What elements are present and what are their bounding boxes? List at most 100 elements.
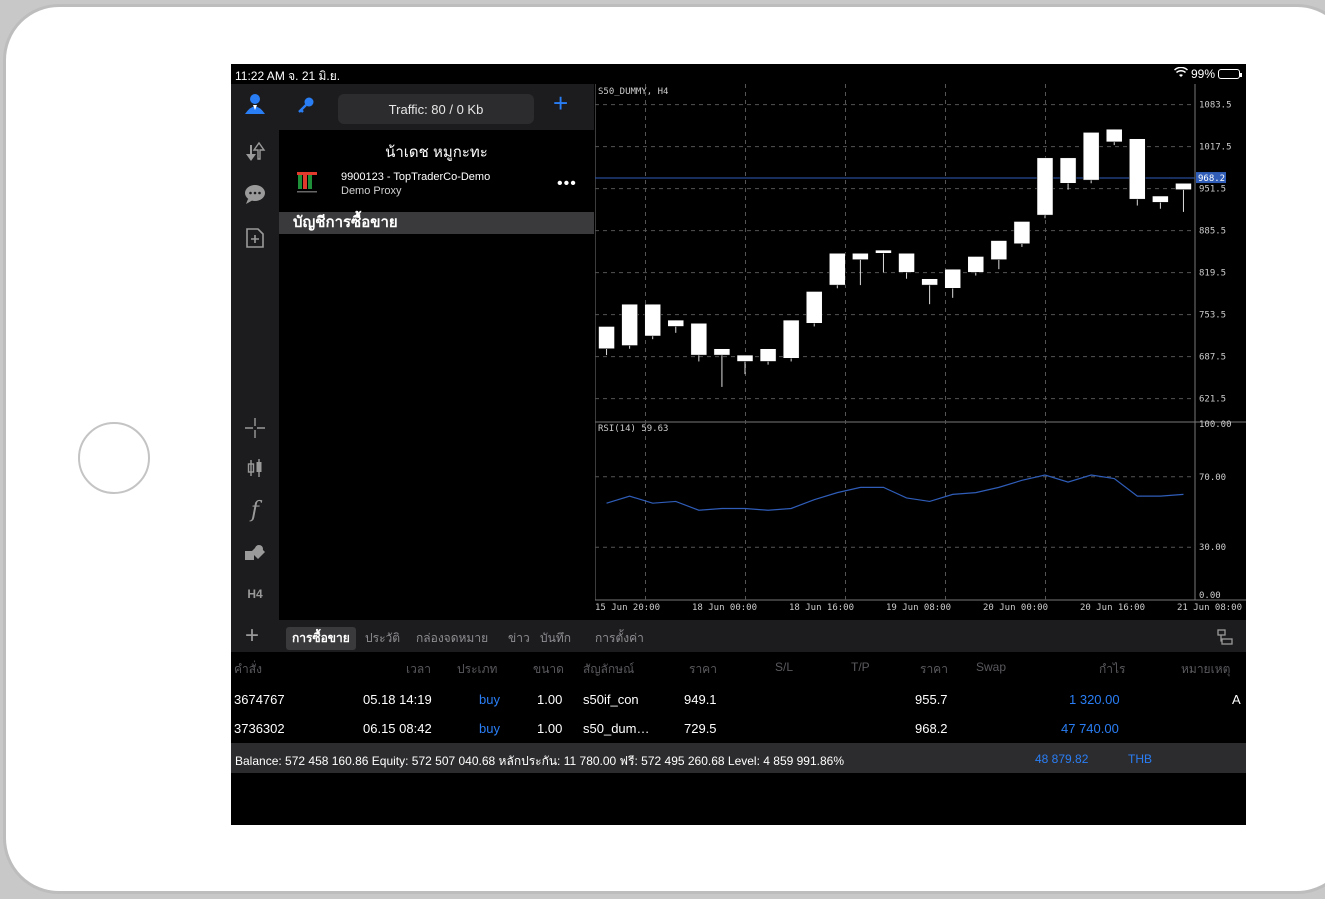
candle-body	[759, 348, 777, 362]
accounts-header: Traffic: 80 / 0 Kb +	[279, 84, 594, 130]
account-number: 9900123 - TopTraderCo-Demo	[341, 171, 491, 183]
table-row[interactable]: 3736302 06.15 08:42 buy 1.00 s50_dum… 72…	[231, 715, 1246, 743]
account-more-button[interactable]: •••	[557, 175, 577, 193]
account-icon[interactable]	[243, 92, 267, 116]
candle-body	[898, 253, 915, 273]
time-tick-label: 18 Jun 00:00	[692, 603, 757, 613]
battery-icon	[1218, 69, 1242, 79]
time-tick-label: 18 Jun 16:00	[789, 603, 854, 613]
tab-news[interactable]: ข่าว	[508, 629, 530, 648]
time-tick-label: 20 Jun 16:00	[1080, 603, 1145, 613]
chart-area[interactable]: 1083.5 1017.5 951.5 885.5 819.5 753.5 687.5 621…	[594, 84, 1246, 620]
col-current-price: ราคา	[920, 662, 948, 676]
col-sl: S/L	[775, 660, 794, 674]
price-chart[interactable]: 1083.5 1017.5 951.5 885.5 819.5 753.5 687.5 621…	[594, 84, 1246, 620]
candle-body	[805, 291, 823, 324]
tab-mailbox[interactable]: กล่องจดหมาย	[416, 629, 488, 648]
tab-journal[interactable]: บันทึก	[540, 629, 571, 648]
summary-currency: THB	[1128, 752, 1152, 766]
row-profit: 47 740.00	[1061, 721, 1119, 736]
time-tick-label: 21 Jun 08:00	[1177, 603, 1242, 613]
candle-body	[1082, 132, 1100, 181]
summary-total-profit: 48 879.82	[1035, 752, 1089, 766]
candle-body	[1175, 183, 1192, 190]
time-tick-label: 20 Jun 00:00	[983, 603, 1048, 613]
orders-table-header: คำสั่ง เวลา ประเภท ขนาด สัญลักษณ์ ราคา S…	[231, 652, 1246, 682]
row-current-price: 968.2	[915, 721, 948, 736]
candle-body	[621, 303, 638, 346]
account-holder-name: น้าเดช หมูกะทะ	[385, 144, 488, 161]
row-size: 1.00	[537, 721, 563, 736]
price-tick-label: 885.5	[1199, 227, 1226, 237]
candle-body	[1013, 221, 1031, 244]
trade-arrows-icon[interactable]	[243, 140, 267, 164]
indicators-icon[interactable]: f	[243, 498, 267, 523]
candle-body	[1105, 128, 1123, 143]
accounts-panel: Traffic: 80 / 0 Kb + น้าเดช หมูกะทะ 9900…	[279, 84, 594, 620]
status-bar: 11:22 AM จ. 21 มิ.ย. 99%	[231, 64, 1246, 84]
summary-text: Balance: 572 458 160.86 Equity: 572 507 …	[235, 754, 844, 768]
add-account-button[interactable]: +	[553, 90, 568, 116]
row-symbol: s50if_con	[583, 692, 639, 707]
candle-body	[598, 326, 615, 349]
candle-body	[667, 319, 685, 327]
candle-body	[990, 240, 1008, 260]
candle-body	[782, 319, 800, 359]
home-button[interactable]	[78, 422, 150, 494]
app-screen: 11:22 AM จ. 21 มิ.ย. 99% f H4 Traffic: 8…	[231, 64, 1246, 825]
trading-accounts-header: บัญชีการซื้อขาย	[279, 212, 594, 234]
terminal-tabs: + การซื้อขาย ประวัติ กล่องจดหมาย ข่าว บั…	[231, 620, 1246, 652]
col-ticket: คำสั่ง	[234, 662, 262, 676]
candle-body	[921, 278, 938, 286]
row-time: 06.15 08:42	[363, 721, 432, 736]
terminal-add-button[interactable]: +	[245, 624, 259, 648]
price-tick-label: 753.5	[1199, 311, 1226, 321]
wifi-icon	[1173, 66, 1188, 81]
col-price: ราคา	[689, 662, 717, 676]
col-type: ประเภท	[457, 662, 498, 676]
col-symbol: สัญลักษณ์	[583, 662, 635, 676]
left-toolbar: f H4	[231, 84, 279, 620]
row-ticket: 3736302	[234, 721, 285, 736]
chat-icon[interactable]	[243, 182, 267, 206]
tab-trade[interactable]: การซื้อขาย	[286, 627, 356, 650]
candle-body	[1129, 138, 1146, 200]
row-symbol: s50_dum…	[583, 721, 650, 736]
table-row[interactable]: 3674767 05.18 14:19 buy 1.00 s50if_con 9…	[231, 686, 1246, 714]
col-tp: T/P	[851, 660, 870, 674]
row-type: buy	[479, 692, 500, 707]
objects-icon[interactable]	[243, 540, 267, 564]
row-price: 729.5	[684, 721, 717, 736]
candle-body	[1059, 157, 1077, 184]
candle-body	[852, 253, 869, 260]
timeframe-button[interactable]: H4	[243, 582, 267, 606]
candle-body	[736, 354, 754, 362]
row-profit: 1 320.00	[1069, 692, 1120, 707]
current-price-label: 968.2	[1198, 174, 1225, 184]
chart-type-icon[interactable]	[243, 456, 267, 480]
rsi-tick-label: 30.00	[1199, 543, 1226, 553]
rsi-tick-label: 100.00	[1199, 420, 1232, 430]
tab-settings[interactable]: การตั้งค่า	[595, 629, 644, 648]
price-tick-label: 1017.5	[1199, 143, 1232, 153]
new-order-icon[interactable]	[243, 226, 267, 250]
rsi-tick-label: 0.00	[1199, 591, 1221, 601]
time-tick-label: 15 Jun 20:00	[595, 603, 660, 613]
col-note: หมายเหตุ	[1181, 662, 1231, 676]
price-tick-label: 621.5	[1199, 395, 1226, 405]
tab-history[interactable]: ประวัติ	[365, 629, 400, 648]
col-size: ขนาด	[533, 662, 564, 676]
account-summary: Balance: 572 458 160.86 Equity: 572 507 …	[231, 743, 1246, 773]
layout-icon[interactable]	[1216, 628, 1234, 651]
candle-body	[875, 249, 892, 254]
rsi-label: RSI(14) 59.63	[598, 424, 669, 434]
key-icon[interactable]	[297, 96, 315, 119]
broker-logo	[297, 172, 317, 194]
account-server: Demo Proxy	[341, 185, 402, 197]
chart-symbol-label: S50_DUMMY, H4	[598, 87, 669, 97]
crosshair-icon[interactable]	[243, 416, 267, 440]
candle-body	[713, 348, 731, 356]
price-tick-label: 1083.5	[1199, 101, 1232, 111]
traffic-indicator: Traffic: 80 / 0 Kb	[338, 94, 534, 124]
row-type: buy	[479, 721, 500, 736]
